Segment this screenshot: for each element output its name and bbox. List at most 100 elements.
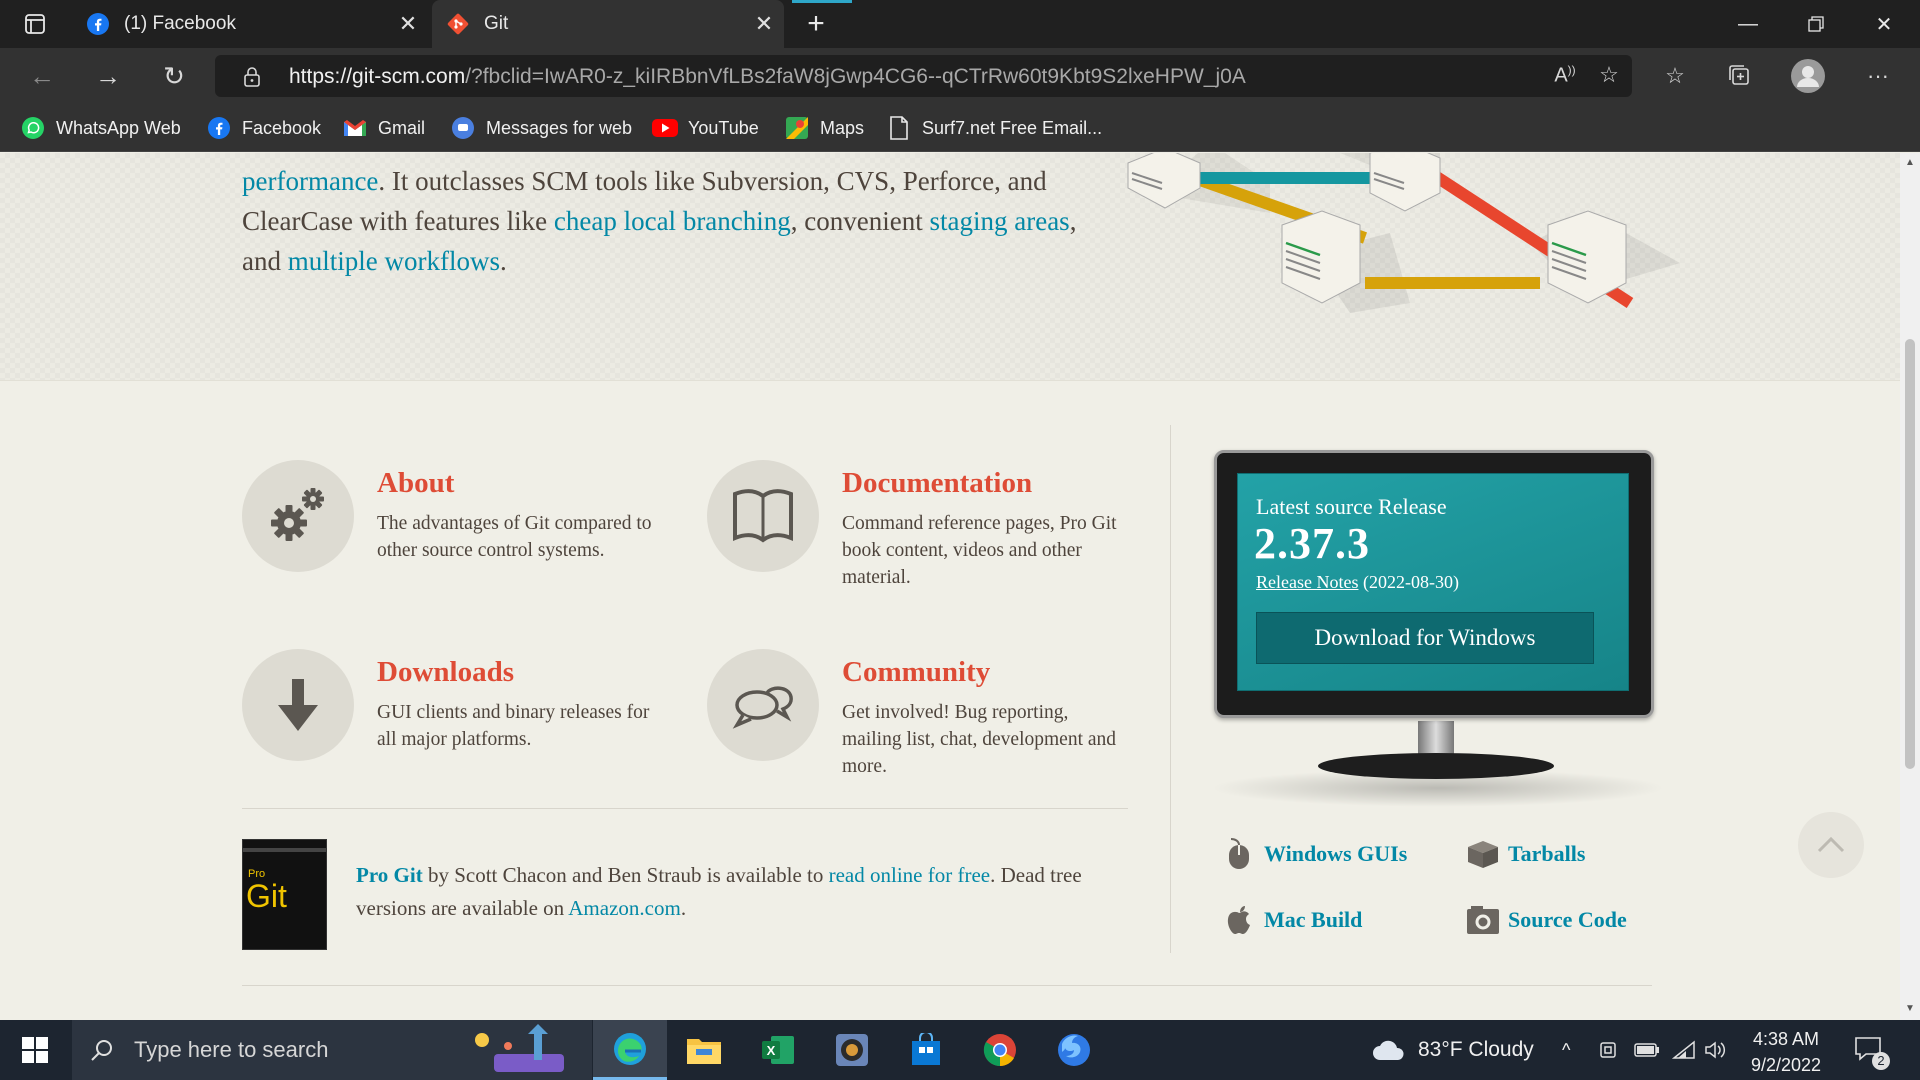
pro-git-paragraph: Pro Git by Scott Chacon and Ben Straub i… (356, 859, 1136, 925)
forward-button[interactable]: → (88, 56, 128, 96)
edge-icon (614, 1032, 646, 1065)
address-bar[interactable]: https://git-scm.com/?fbclid=IwAR0-z_kiIR… (215, 55, 1632, 97)
start-button[interactable] (0, 1020, 70, 1080)
read-aloud-button[interactable]: A)) (1545, 55, 1585, 95)
favorites-icon: ☆ (1665, 63, 1685, 88)
youtube-icon (652, 115, 678, 141)
taskbar-media-app[interactable] (815, 1020, 889, 1080)
weather-widget[interactable]: 83°F Cloudy (1372, 1020, 1534, 1080)
commit-cube (1547, 210, 1627, 304)
scroll-to-top-button[interactable] (1798, 812, 1864, 878)
taskbar-excel[interactable]: X (741, 1020, 815, 1080)
release-label: Latest source Release (1256, 494, 1447, 519)
arrow-left-icon: ← (29, 60, 55, 91)
link-mac-build[interactable]: Mac Build (1222, 903, 1362, 937)
refresh-button[interactable]: ↻ (154, 56, 194, 96)
pro-git-book-cover[interactable]: Pro Git (242, 839, 327, 950)
bookmark-surf7[interactable]: Surf7.net Free Email... (886, 104, 1102, 152)
link-amazon[interactable]: Amazon.com (568, 896, 681, 920)
tab-actions-button[interactable] (0, 0, 70, 48)
taskbar-search-box[interactable]: Type here to search (72, 1020, 592, 1080)
feature-title[interactable]: Community (842, 656, 990, 689)
branching-illustration (1127, 153, 1680, 313)
restore-button[interactable] (1782, 0, 1850, 48)
taskbar-firefox[interactable] (1037, 1020, 1111, 1080)
commit-cube (1369, 153, 1441, 212)
battery-indicator[interactable] (1634, 1020, 1660, 1080)
feature-downloads[interactable]: Downloads GUI clients and binary release… (242, 649, 662, 789)
bookmark-gmail[interactable]: Gmail (342, 104, 425, 152)
close-window-button[interactable]: ✕ (1850, 0, 1918, 48)
bookmark-label: Facebook (242, 117, 322, 138)
bookmarks-bar: WhatsApp Web Facebook Gmail Messages for… (0, 104, 1920, 152)
avatar-icon (1791, 59, 1825, 93)
bookmark-youtube[interactable]: YouTube (652, 104, 759, 152)
new-tab-button[interactable]: + (792, 0, 840, 48)
release-version: 2.37.3 (1254, 519, 1370, 568)
feature-documentation[interactable]: Documentation Command reference pages, P… (707, 460, 1127, 600)
bookmark-label: Maps (820, 117, 865, 138)
volume-control[interactable] (1704, 1020, 1726, 1080)
commit-cube (1127, 153, 1201, 209)
feature-description: The advantages of Git compared to other … (377, 513, 652, 561)
taskbar-store[interactable] (889, 1020, 963, 1080)
chevron-up-icon: ^ (1562, 1039, 1571, 1060)
link-multiple-workflows[interactable]: multiple workflows (288, 246, 500, 276)
link-staging-areas[interactable]: staging areas (930, 206, 1070, 236)
scroll-up-arrow-icon[interactable]: ▲ (1904, 157, 1916, 168)
scroll-down-arrow-icon[interactable]: ▼ (1904, 1003, 1916, 1014)
close-tab-icon[interactable]: ✕ (744, 11, 784, 37)
back-button[interactable]: ← (22, 56, 62, 96)
release-notes-link[interactable]: Release Notes (1256, 572, 1358, 592)
close-icon: ✕ (1875, 13, 1893, 36)
network-indicator[interactable] (1672, 1020, 1696, 1080)
feature-community[interactable]: Community Get involved! Bug reporting, m… (707, 649, 1127, 789)
link-tarballs[interactable]: Tarballs (1466, 837, 1585, 871)
link-cheap-local-branching[interactable]: cheap local branching (554, 206, 791, 236)
scrollbar-thumb[interactable] (1905, 339, 1915, 769)
monitor-base (1318, 753, 1554, 779)
bookmark-label: Surf7.net Free Email... (922, 117, 1103, 138)
facebook-icon (86, 12, 110, 36)
favorites-button[interactable]: ☆ (1655, 56, 1695, 96)
download-for-windows-button[interactable]: Download for Windows (1256, 612, 1594, 664)
collections-icon (1729, 65, 1749, 85)
link-pro-git[interactable]: Pro Git (356, 863, 423, 887)
bookmark-maps[interactable]: Maps (784, 104, 864, 152)
meet-now-button[interactable] (1598, 1020, 1618, 1080)
read-aloud-icon: A)) (1554, 62, 1576, 87)
profile-button[interactable] (1788, 56, 1828, 96)
link-source-code[interactable]: Source Code (1466, 903, 1627, 937)
device-icon (1600, 1042, 1616, 1058)
page-scrollbar[interactable]: ▲ ▼ (1900, 153, 1920, 1020)
taskbar-clock[interactable]: 4:38 AM 9/2/2022 (1736, 1026, 1836, 1078)
chrome-icon (983, 1034, 1016, 1067)
add-favorite-button[interactable]: ☆ (1589, 55, 1629, 95)
minimize-button[interactable]: — (1714, 0, 1782, 48)
feature-title[interactable]: About (377, 467, 454, 500)
feature-title[interactable]: Downloads (377, 656, 514, 689)
bookmark-messages[interactable]: Messages for web (450, 104, 632, 152)
link-performance[interactable]: performance (242, 166, 378, 196)
bookmark-facebook[interactable]: Facebook (206, 104, 321, 152)
settings-menu-button[interactable]: ··· (1858, 56, 1898, 96)
link-windows-guis[interactable]: Windows GUIs (1222, 837, 1407, 871)
bookmark-whatsapp[interactable]: WhatsApp Web (20, 104, 181, 152)
tab-git[interactable]: Git ✕ (432, 0, 784, 48)
collections-button[interactable] (1720, 56, 1760, 96)
taskbar-edge[interactable] (593, 1020, 667, 1080)
release-screen: Latest source Release 2.37.3 Release Not… (1237, 473, 1629, 691)
plus-icon: + (807, 7, 825, 40)
notification-center-button[interactable]: 2 (1854, 1020, 1890, 1080)
feature-title[interactable]: Documentation (842, 467, 1032, 500)
gear-icon (242, 460, 354, 572)
bookmark-label: Messages for web (486, 117, 633, 138)
tab-facebook[interactable]: (1) Facebook ✕ (72, 0, 428, 48)
taskbar-chrome[interactable] (963, 1020, 1037, 1080)
show-hidden-icons-button[interactable]: ^ (1562, 1020, 1570, 1080)
link-read-online[interactable]: read online for free (829, 863, 991, 887)
feature-about[interactable]: About The advantages of Git compared to … (242, 460, 662, 600)
bookmark-label: YouTube (688, 117, 759, 138)
close-tab-icon[interactable]: ✕ (388, 11, 428, 37)
taskbar-file-explorer[interactable] (667, 1020, 741, 1080)
